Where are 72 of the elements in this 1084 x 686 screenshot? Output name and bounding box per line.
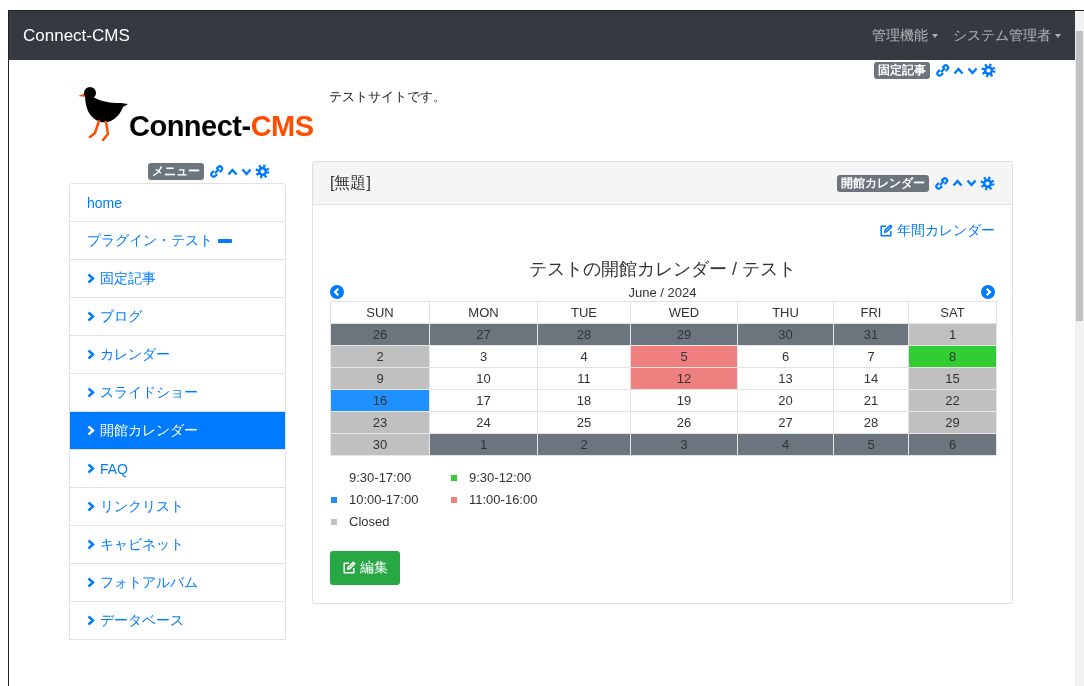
menu-item[interactable]: カレンダー: [70, 335, 285, 373]
chevron-right-icon: [87, 273, 95, 284]
chevron-right-icon: [87, 463, 95, 474]
chevron-right-icon: [87, 349, 95, 360]
weekday-header: THU: [737, 301, 834, 324]
site-brand[interactable]: Connect-CMS: [23, 25, 872, 46]
scrollbar-thumb[interactable]: [1076, 31, 1083, 321]
edit-icon: [879, 224, 893, 238]
weekday-header: WED: [630, 301, 738, 324]
frame-title: [無題]: [330, 172, 371, 193]
caret-icon: [932, 33, 938, 38]
menu-item[interactable]: 開館カレンダー: [70, 411, 285, 449]
site-description: テストサイトです。: [328, 88, 446, 106]
weekday-header: MON: [429, 301, 538, 324]
plugin-badge: メニュー: [148, 163, 204, 180]
chevron-up-icon[interactable]: [953, 66, 964, 75]
chevron-up-icon[interactable]: [227, 167, 238, 176]
chevron-up-icon[interactable]: [952, 179, 963, 187]
legend-label: 11:00-16:00: [469, 492, 538, 507]
menu-item[interactable]: フォトアルバム: [70, 563, 285, 601]
menu-item[interactable]: プラグイン・テスト: [70, 221, 285, 259]
chevron-right-icon: [87, 539, 95, 550]
minus-icon[interactable]: [218, 238, 232, 243]
weekday-header: TUE: [537, 301, 631, 324]
link-icon[interactable]: [209, 164, 224, 179]
edit-button[interactable]: 編集: [330, 551, 400, 585]
weekday-header: FRI: [833, 301, 909, 324]
menu-item[interactable]: キャビネット: [70, 525, 285, 563]
settings-icon[interactable]: [980, 175, 995, 191]
chevron-down-icon[interactable]: [967, 66, 978, 75]
navbar-menu[interactable]: システム管理者: [953, 26, 1051, 45]
legend-label: 9:30-12:00: [469, 470, 532, 485]
settings-icon[interactable]: [255, 164, 270, 179]
calendar-heading: テストの開館カレンダー / テスト: [528, 258, 797, 281]
chevron-right-icon: [87, 501, 95, 512]
caret-icon: [1055, 33, 1061, 38]
previous-month-icon[interactable]: [330, 285, 344, 299]
calendar-day: 16: [330, 389, 430, 412]
weekday-header: SUN: [330, 301, 430, 324]
chevron-right-icon: [87, 615, 95, 626]
chevron-right-icon: [87, 387, 95, 398]
calendar-day: 9: [330, 367, 430, 390]
chevron-down-icon[interactable]: [241, 167, 252, 176]
chevron-right-icon: [87, 577, 95, 588]
chevron-down-icon[interactable]: [966, 179, 977, 187]
plugin-badge: 固定記事: [874, 62, 930, 79]
legend-label: 9:30-17:00: [349, 470, 412, 485]
calendar-day: 30: [330, 433, 430, 456]
chevron-right-icon: [87, 425, 95, 436]
month-label: June / 2024: [628, 284, 697, 300]
annual-calendar-link[interactable]: 年間カレンダー: [879, 222, 995, 240]
edit-icon: [342, 561, 356, 575]
menu-item[interactable]: home: [70, 184, 285, 221]
menu-item[interactable]: 固定記事: [70, 259, 285, 297]
plugin-badge: 開館カレンダー: [837, 174, 929, 192]
calendar-day: 2: [330, 345, 430, 368]
link-icon[interactable]: [934, 175, 949, 191]
calendar-day: 23: [330, 411, 430, 434]
menu-item[interactable]: データベース: [70, 601, 285, 639]
menu-item[interactable]: リンクリスト: [70, 487, 285, 525]
legend-label: Closed: [349, 514, 390, 529]
menu-item[interactable]: ブログ: [70, 297, 285, 335]
menu-item[interactable]: FAQ: [70, 449, 285, 487]
settings-icon[interactable]: [981, 63, 996, 78]
next-month-icon[interactable]: [981, 285, 995, 299]
calendar-day: 26: [330, 323, 430, 346]
weekday-header: SAT: [908, 301, 997, 324]
navbar-menu[interactable]: 管理機能: [872, 26, 928, 45]
legend-label: 10:00-17:00: [349, 492, 419, 507]
chevron-right-icon: [87, 311, 95, 322]
link-icon[interactable]: [935, 63, 950, 78]
logo-text: Connect-CMS: [129, 111, 314, 141]
